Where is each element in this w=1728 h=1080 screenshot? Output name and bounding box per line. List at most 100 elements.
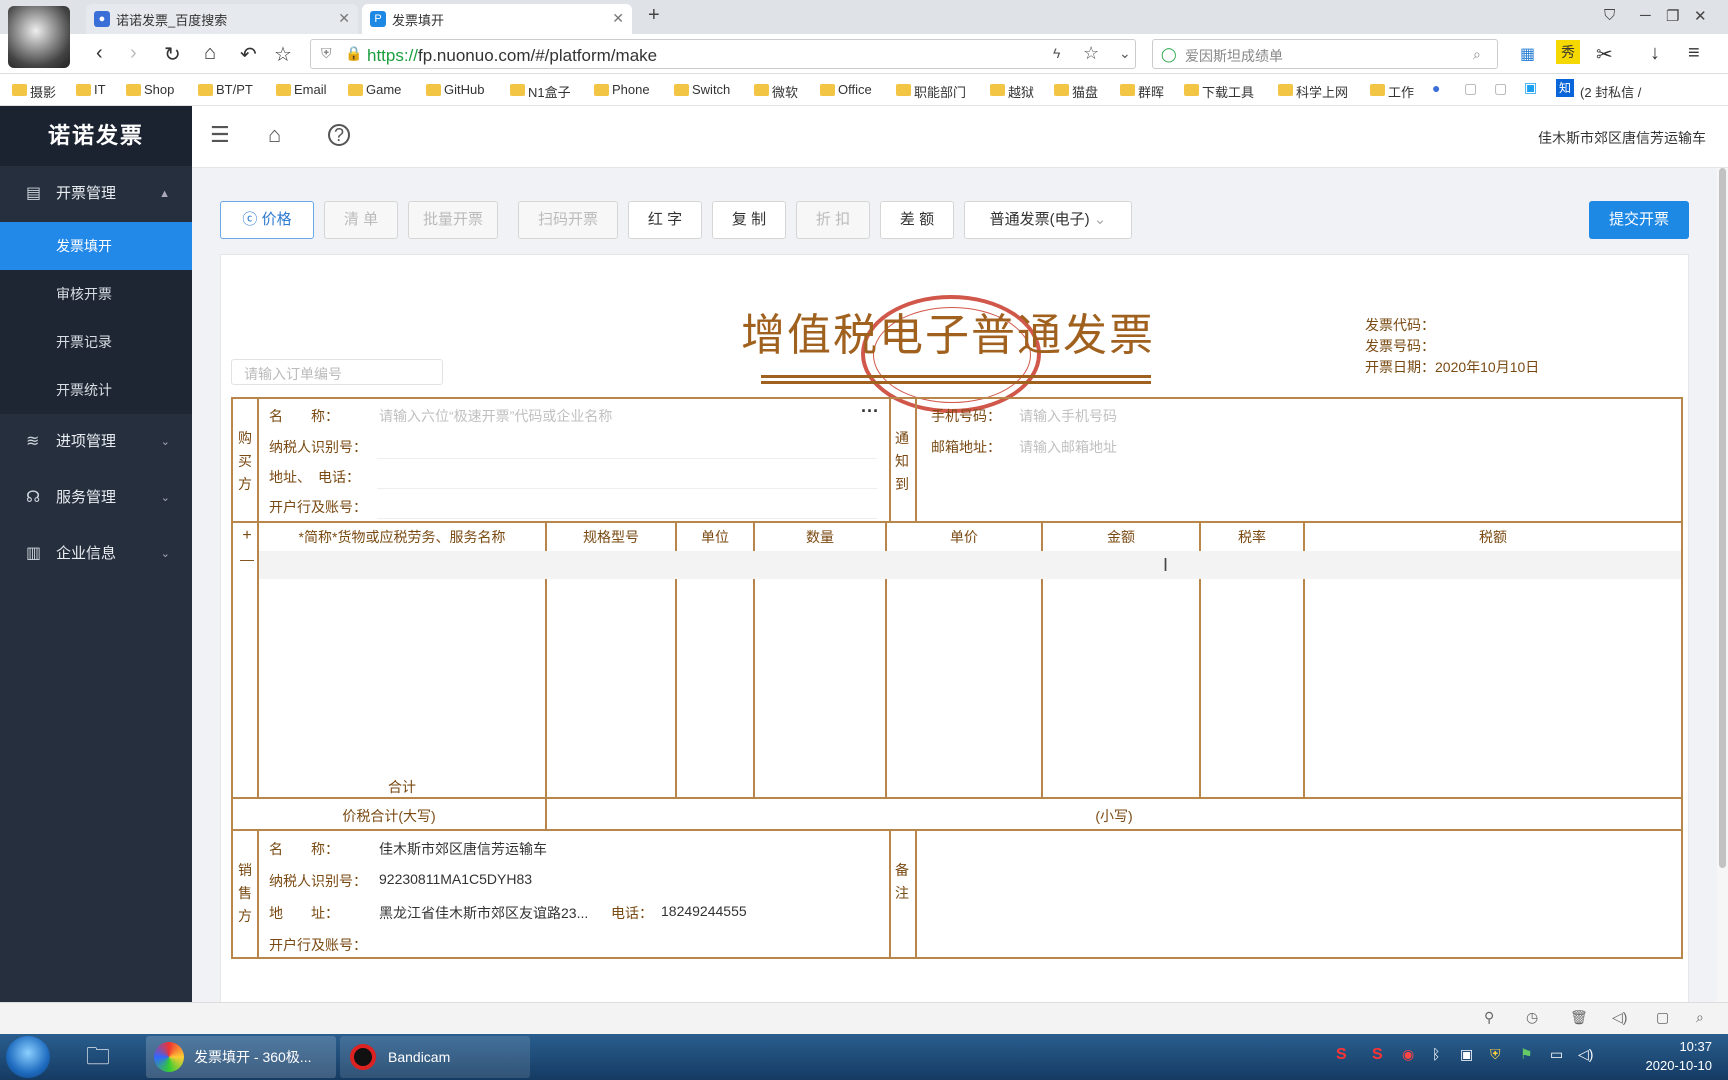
bookmark-item[interactable]: Shop xyxy=(124,82,174,97)
copy-button[interactable]: 复 制 xyxy=(712,201,786,239)
page-icon[interactable]: ▢ xyxy=(1464,80,1477,97)
bookmark-item[interactable]: 下载工具 xyxy=(1182,82,1254,101)
more-icon[interactable]: ··· xyxy=(861,401,879,422)
file-explorer-icon[interactable]: 🗀 xyxy=(64,1036,132,1078)
discount-button[interactable]: 折 扣 xyxy=(796,201,870,239)
company-name[interactable]: 佳木斯市郊区唐信芳运输车 xyxy=(1538,128,1706,148)
scrollbar-thumb[interactable] xyxy=(1719,168,1726,868)
buyer-name-input[interactable]: 请输入六位“极速开票”代码或企业名称 xyxy=(379,406,612,426)
start-button[interactable] xyxy=(6,1036,50,1078)
bookmark-item[interactable]: 群晖 xyxy=(1118,82,1164,101)
history-icon[interactable]: ◷ xyxy=(1526,1009,1538,1026)
bookmark-item[interactable]: Switch xyxy=(672,82,730,97)
bookmark-item[interactable]: Game xyxy=(346,82,401,97)
menu-invoicing[interactable]: ▤ 开票管理 ▲ xyxy=(0,166,192,222)
menu-collapse-icon[interactable]: ☰ xyxy=(210,122,230,148)
forward-icon[interactable]: › xyxy=(130,42,137,65)
window-icon[interactable]: ▢ xyxy=(1656,1009,1669,1026)
list-button[interactable]: 清 单 xyxy=(324,201,398,239)
bookmark-item[interactable]: N1盒子 xyxy=(508,82,571,101)
reload-icon[interactable]: ↻ xyxy=(164,42,181,67)
sidebar-item-review[interactable]: 审核开票 xyxy=(0,270,192,318)
menu-input-tax[interactable]: ≋ 进项管理 ⌄ xyxy=(0,414,192,470)
bookmark-item[interactable]: Phone xyxy=(592,82,650,97)
new-tab-button[interactable]: + xyxy=(648,4,660,27)
close-window-icon[interactable]: ✕ xyxy=(1694,7,1707,25)
bilibili-icon[interactable]: ▣ xyxy=(1524,79,1537,96)
add-row-button[interactable]: + xyxy=(237,527,257,545)
magnifier-icon[interactable]: ⌕ xyxy=(1473,46,1481,63)
invoice-type-select[interactable]: 普通发票(电子) ⌄ xyxy=(964,201,1132,239)
bookmark-item[interactable]: 猫盘 xyxy=(1052,82,1098,101)
seller-name-value[interactable]: 佳木斯市郊区唐信芳运输车 xyxy=(379,839,547,859)
scan-invoice-button[interactable]: 扫码开票 xyxy=(518,201,618,239)
sidebar-item-records[interactable]: 开票记录 xyxy=(0,318,192,366)
bookmark-item[interactable]: GitHub xyxy=(424,82,484,97)
page-scrollbar[interactable] xyxy=(1717,168,1728,1002)
seller-address-value[interactable]: 黑龙江省佳木斯市郊区友谊路23... xyxy=(379,903,588,923)
submit-invoice-button[interactable]: 提交开票 xyxy=(1589,201,1689,239)
restore-icon[interactable]: ❐ xyxy=(1666,7,1679,25)
pin-icon[interactable]: ⚲ xyxy=(1484,1009,1494,1026)
close-tab-icon[interactable]: ✕ xyxy=(338,10,350,27)
minimize-icon[interactable]: ─ xyxy=(1640,7,1651,24)
home-icon[interactable]: ⌂ xyxy=(268,122,281,148)
close-tab-icon[interactable]: ✕ xyxy=(612,10,624,27)
page-icon[interactable]: ▢ xyxy=(1494,80,1507,97)
sidebar-item-fill-invoice[interactable]: 发票填开 xyxy=(0,222,192,270)
tray-sogou-icon[interactable]: S xyxy=(1372,1046,1383,1064)
tray-network-icon[interactable]: ▭ xyxy=(1550,1046,1563,1063)
trash-icon[interactable]: 🗑 xyxy=(1570,1009,1588,1026)
bookmark-item[interactable]: 微软 xyxy=(752,82,798,101)
menu-service[interactable]: ☊ 服务管理 ⌄ xyxy=(0,470,192,526)
url-bar[interactable]: ⛨ 🔒 https://fp.nuonuo.com/#/platform/mak… xyxy=(310,39,1136,69)
sidebar-item-stats[interactable]: 开票统计 xyxy=(0,366,192,414)
menu-icon[interactable]: ≡ xyxy=(1688,42,1700,65)
red-invoice-button[interactable]: 红 字 xyxy=(628,201,702,239)
dropdown-chevron-icon[interactable]: ⌄ xyxy=(1119,45,1131,62)
price-mode-button[interactable]: ⓒ 价格 xyxy=(220,201,314,239)
bookmark-item[interactable]: Email xyxy=(274,82,327,97)
bookmark-item[interactable]: 科学上网 xyxy=(1276,82,1348,101)
extension-icon[interactable]: 秀 xyxy=(1556,40,1580,64)
back-icon[interactable]: ‹ xyxy=(96,42,103,65)
remove-row-button[interactable]: — xyxy=(237,551,257,567)
bookmark-item[interactable]: (2 封私信 / xyxy=(1580,82,1641,101)
table-row[interactable] xyxy=(259,551,1681,579)
buyer-address-input[interactable] xyxy=(377,461,877,489)
zoom-icon[interactable]: ⌕ xyxy=(1696,1009,1704,1026)
email-input[interactable]: 请输入邮箱地址 xyxy=(1019,437,1117,457)
tray-volume-icon[interactable]: ◁) xyxy=(1578,1046,1593,1063)
tray-bluetooth-icon[interactable]: ᛒ xyxy=(1432,1046,1440,1062)
bookmark-item[interactable]: 职能部门 xyxy=(894,82,966,101)
lightning-icon[interactable]: ϟ xyxy=(1053,45,1060,61)
scissors-icon[interactable]: ✂ xyxy=(1596,42,1613,67)
phone-input[interactable]: 请输入手机号码 xyxy=(1019,406,1117,426)
taskbar-item-bandicam[interactable]: Bandicam xyxy=(340,1036,530,1078)
bookmark-star-icon[interactable]: ☆ xyxy=(1083,43,1099,64)
bookmark-item[interactable]: BT/PT xyxy=(196,82,253,97)
bookmark-item[interactable]: Office xyxy=(818,82,872,97)
speaker-icon[interactable]: ◁) xyxy=(1612,1009,1627,1026)
tray-sogou-icon[interactable]: S xyxy=(1336,1046,1347,1064)
tray-record-icon[interactable]: ◉ xyxy=(1402,1046,1414,1063)
tray-shield-icon[interactable]: ⛨ xyxy=(1490,1046,1501,1063)
tray-flag-icon[interactable]: ⚑ xyxy=(1520,1046,1533,1063)
baidu-paw-icon[interactable]: ● xyxy=(1432,80,1440,96)
favorite-star-icon[interactable]: ☆ xyxy=(274,42,292,67)
remark-input[interactable] xyxy=(919,835,1679,955)
buyer-tax-input[interactable] xyxy=(377,431,877,459)
seller-tax-value[interactable]: 92230811MA1C5DYH83 xyxy=(379,871,532,887)
menu-company[interactable]: ▥ 企业信息 ⌄ xyxy=(0,526,192,582)
shirt-skin-icon[interactable]: ⛉ xyxy=(1604,7,1615,24)
difference-button[interactable]: 差 额 xyxy=(880,201,954,239)
taskbar-clock[interactable]: 10:37 2020-10-10 xyxy=(1646,1037,1713,1075)
browser-tab-invoice[interactable]: P 发票填开 ✕ xyxy=(362,4,632,34)
app-logo[interactable]: 诺诺发票 xyxy=(0,106,192,166)
bookmark-item[interactable]: IT xyxy=(74,82,106,97)
buyer-bank-input[interactable] xyxy=(377,491,877,519)
browser-tab-baidu[interactable]: ● 诺诺发票_百度搜索 ✕ xyxy=(86,4,358,34)
taskbar-item-browser[interactable]: 发票填开 - 360极... xyxy=(146,1036,336,1078)
undo-icon[interactable]: ↶ xyxy=(240,42,257,67)
batch-invoice-button[interactable]: 批量开票 xyxy=(408,201,498,239)
